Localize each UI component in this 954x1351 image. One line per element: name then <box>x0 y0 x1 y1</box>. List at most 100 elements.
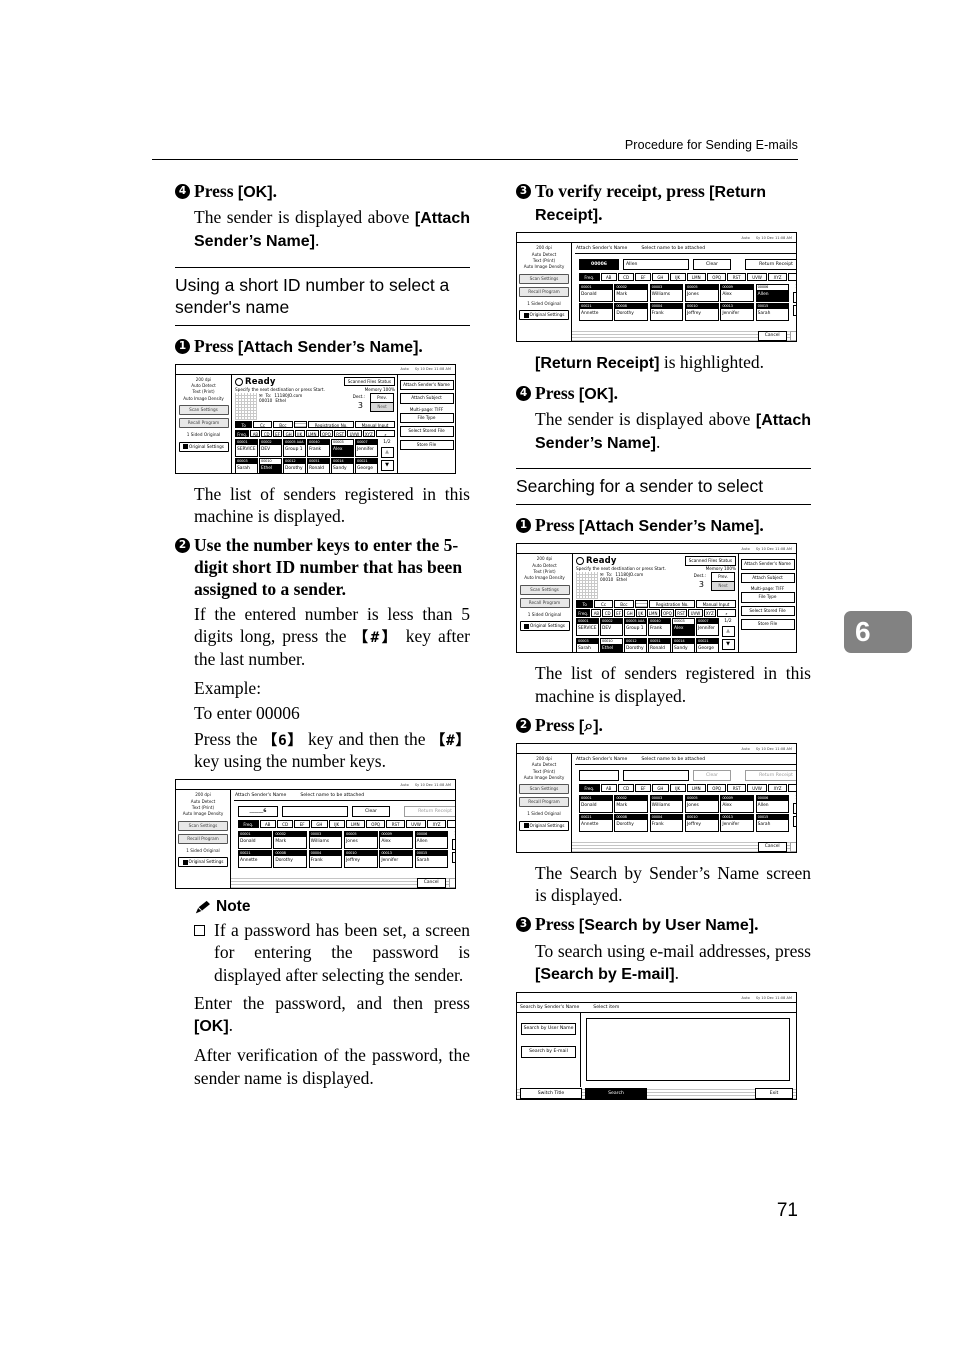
alpha-rst[interactable]: RST <box>727 784 746 792</box>
tab-to[interactable]: To <box>235 420 253 429</box>
original-settings-button[interactable]: Original Settings <box>519 820 569 831</box>
name-cell[interactable]: 00005 AAA Group 1 <box>283 438 306 457</box>
name-cell[interactable]: 00010 Jeffrey <box>684 303 719 322</box>
name-cell[interactable]: 00006 Allen <box>755 794 790 813</box>
alpha-ab[interactable]: AB <box>591 609 602 617</box>
name-cell[interactable]: 00009 Alex <box>379 830 414 849</box>
tab-cc[interactable]: Cc <box>253 420 272 429</box>
name-cell[interactable]: 00003 Williams <box>649 283 684 302</box>
alpha-freq[interactable]: Freq. <box>576 609 591 617</box>
name-cell-selected[interactable]: 00010 Ethel <box>259 458 282 473</box>
alpha-ab[interactable]: AB <box>600 784 617 792</box>
tab-to[interactable]: To <box>576 600 594 608</box>
name-cell-selected[interactable]: 00006 Allen <box>755 283 790 302</box>
search-by-email-button[interactable]: Search by E-mail <box>521 1046 576 1059</box>
recall-program-button[interactable]: Recall Program <box>519 597 570 608</box>
cancel-button[interactable]: Cancel <box>416 877 446 888</box>
next-button[interactable]: Next <box>711 581 735 592</box>
scroll-down-button[interactable]: ▼ <box>721 639 735 651</box>
clear-button[interactable]: Clear <box>352 806 390 818</box>
alpha-opq[interactable]: OPQ <box>365 820 386 828</box>
name-cell[interactable]: 00002 Mark <box>614 794 649 813</box>
alpha-uvw[interactable]: UVW <box>688 609 703 617</box>
scroll-down-button[interactable]: ▼ <box>792 815 796 827</box>
tab-registration-no[interactable]: Registration No. <box>649 600 696 608</box>
recall-program-button[interactable]: Recall Program <box>519 797 569 808</box>
alpha-lmn[interactable]: LMN <box>646 609 660 617</box>
name-cell[interactable]: 00005 AAA Group 1 <box>624 618 647 637</box>
return-receipt-button[interactable]: Return Receipt <box>745 770 796 782</box>
alpha-ef[interactable]: EF <box>635 784 651 792</box>
store-file-button[interactable]: Store File <box>740 619 795 630</box>
name-cell[interactable]: 00002 DEV <box>259 438 282 457</box>
name-cell[interactable]: 00014 Sandy <box>331 458 354 473</box>
alpha-xyz[interactable]: XYZ <box>768 784 787 792</box>
alpha-lmn[interactable]: LMN <box>305 429 319 438</box>
alpha-ab[interactable]: AB <box>600 273 617 281</box>
name-cell[interactable]: 00040 Frank <box>648 618 671 637</box>
tab-manual-input[interactable]: Manual Input <box>355 420 395 429</box>
search-icon[interactable]: ⌕ <box>446 820 455 828</box>
name-cell[interactable]: 00001 Donald <box>579 794 613 813</box>
name-cell[interactable]: 00021 George <box>696 637 719 653</box>
alpha-freq[interactable]: Freq. <box>238 820 259 828</box>
tab-bcc[interactable]: Bcc <box>613 600 635 608</box>
alpha-gh[interactable]: GH <box>651 784 669 792</box>
original-settings-button[interactable]: Original Settings <box>178 441 229 452</box>
alpha-uvw[interactable]: UVW <box>746 273 768 281</box>
name-cell[interactable]: 00021 Annette <box>579 814 613 833</box>
alpha-ef[interactable]: EF <box>272 429 283 438</box>
attach-senders-name-button[interactable]: Attach Sender's Name <box>740 559 795 570</box>
name-cell-selected[interactable]: 00003 Alex <box>331 438 354 457</box>
alpha-opq[interactable]: OPQ <box>660 609 675 617</box>
search-icon[interactable]: ⌕ <box>717 609 737 617</box>
alpha-xyz[interactable]: XYZ <box>362 429 376 438</box>
name-cell[interactable]: 00012 Dorothy <box>624 637 647 653</box>
name-cell[interactable]: 00013 Jennifer <box>720 303 755 322</box>
alpha-ijk[interactable]: IJK <box>635 609 646 617</box>
search-by-user-name-button[interactable]: Search by User Name <box>521 1023 576 1036</box>
alpha-ijk[interactable]: IJK <box>328 820 345 828</box>
scan-settings-button[interactable]: Scan Settings <box>178 820 228 831</box>
alpha-ab[interactable]: AB <box>259 820 276 828</box>
tab-bcc[interactable]: Bcc <box>272 420 294 429</box>
name-cell-selected[interactable]: 00010 Ethel <box>600 637 623 653</box>
name-cell[interactable]: 00005 Jones <box>343 830 378 849</box>
name-cell[interactable]: 00004 Frank <box>649 814 684 833</box>
name-cell[interactable]: 00014 Sandy <box>672 637 695 653</box>
original-settings-button[interactable]: Original Settings <box>178 857 228 868</box>
name-cell[interactable]: 00008 Dorothy <box>273 850 308 869</box>
name-cell[interactable]: 00002 Mark <box>273 830 308 849</box>
name-cell[interactable]: 00051 Ronald <box>648 637 671 653</box>
name-cell[interactable]: 00009 Alex <box>720 794 755 813</box>
name-cell[interactable]: 00010 Jeffrey <box>343 850 378 869</box>
name-cell[interactable]: 00005 Jones <box>684 794 719 813</box>
alpha-lmn[interactable]: LMN <box>686 273 706 281</box>
alpha-xyz[interactable]: XYZ <box>768 273 787 281</box>
attach-subject-button[interactable]: Attach Subject <box>399 393 454 404</box>
sender-name-field[interactable]: Allen <box>623 259 689 271</box>
alpha-gh[interactable]: GH <box>310 820 328 828</box>
name-cell[interactable]: 00015 Sarah <box>414 850 449 869</box>
attach-subject-button[interactable]: Attach Subject <box>740 572 795 584</box>
alpha-cd[interactable]: CD <box>617 784 635 792</box>
name-cell[interactable]: 00004 Frank <box>308 850 343 869</box>
alpha-ef[interactable]: EF <box>635 273 651 281</box>
alpha-opq[interactable]: OPQ <box>319 429 334 438</box>
alpha-opq[interactable]: OPQ <box>706 273 727 281</box>
name-cell[interactable]: 00008 Dorothy <box>614 814 649 833</box>
search-icon[interactable]: ⌕ <box>376 429 396 438</box>
ok-button[interactable]: OK <box>789 841 796 852</box>
original-settings-button[interactable]: Original Settings <box>519 310 569 321</box>
name-cell[interactable]: 00021 George <box>355 458 378 473</box>
short-id-field[interactable]: ______6 <box>238 806 278 818</box>
alpha-rst[interactable]: RST <box>675 609 688 617</box>
alpha-gh[interactable]: GH <box>624 609 635 617</box>
scroll-up-button[interactable]: ▲ <box>721 626 735 638</box>
tab-registration-no[interactable]: Registration No. <box>308 420 355 429</box>
name-cell[interactable]: 00010 Jeffrey <box>684 814 719 833</box>
alpha-uvw[interactable]: UVW <box>347 429 362 438</box>
name-cell[interactable]: 00001 SERVICE <box>235 438 258 457</box>
name-cell[interactable]: 00006 Allen <box>414 830 449 849</box>
file-type-button[interactable]: File Type <box>740 592 795 603</box>
